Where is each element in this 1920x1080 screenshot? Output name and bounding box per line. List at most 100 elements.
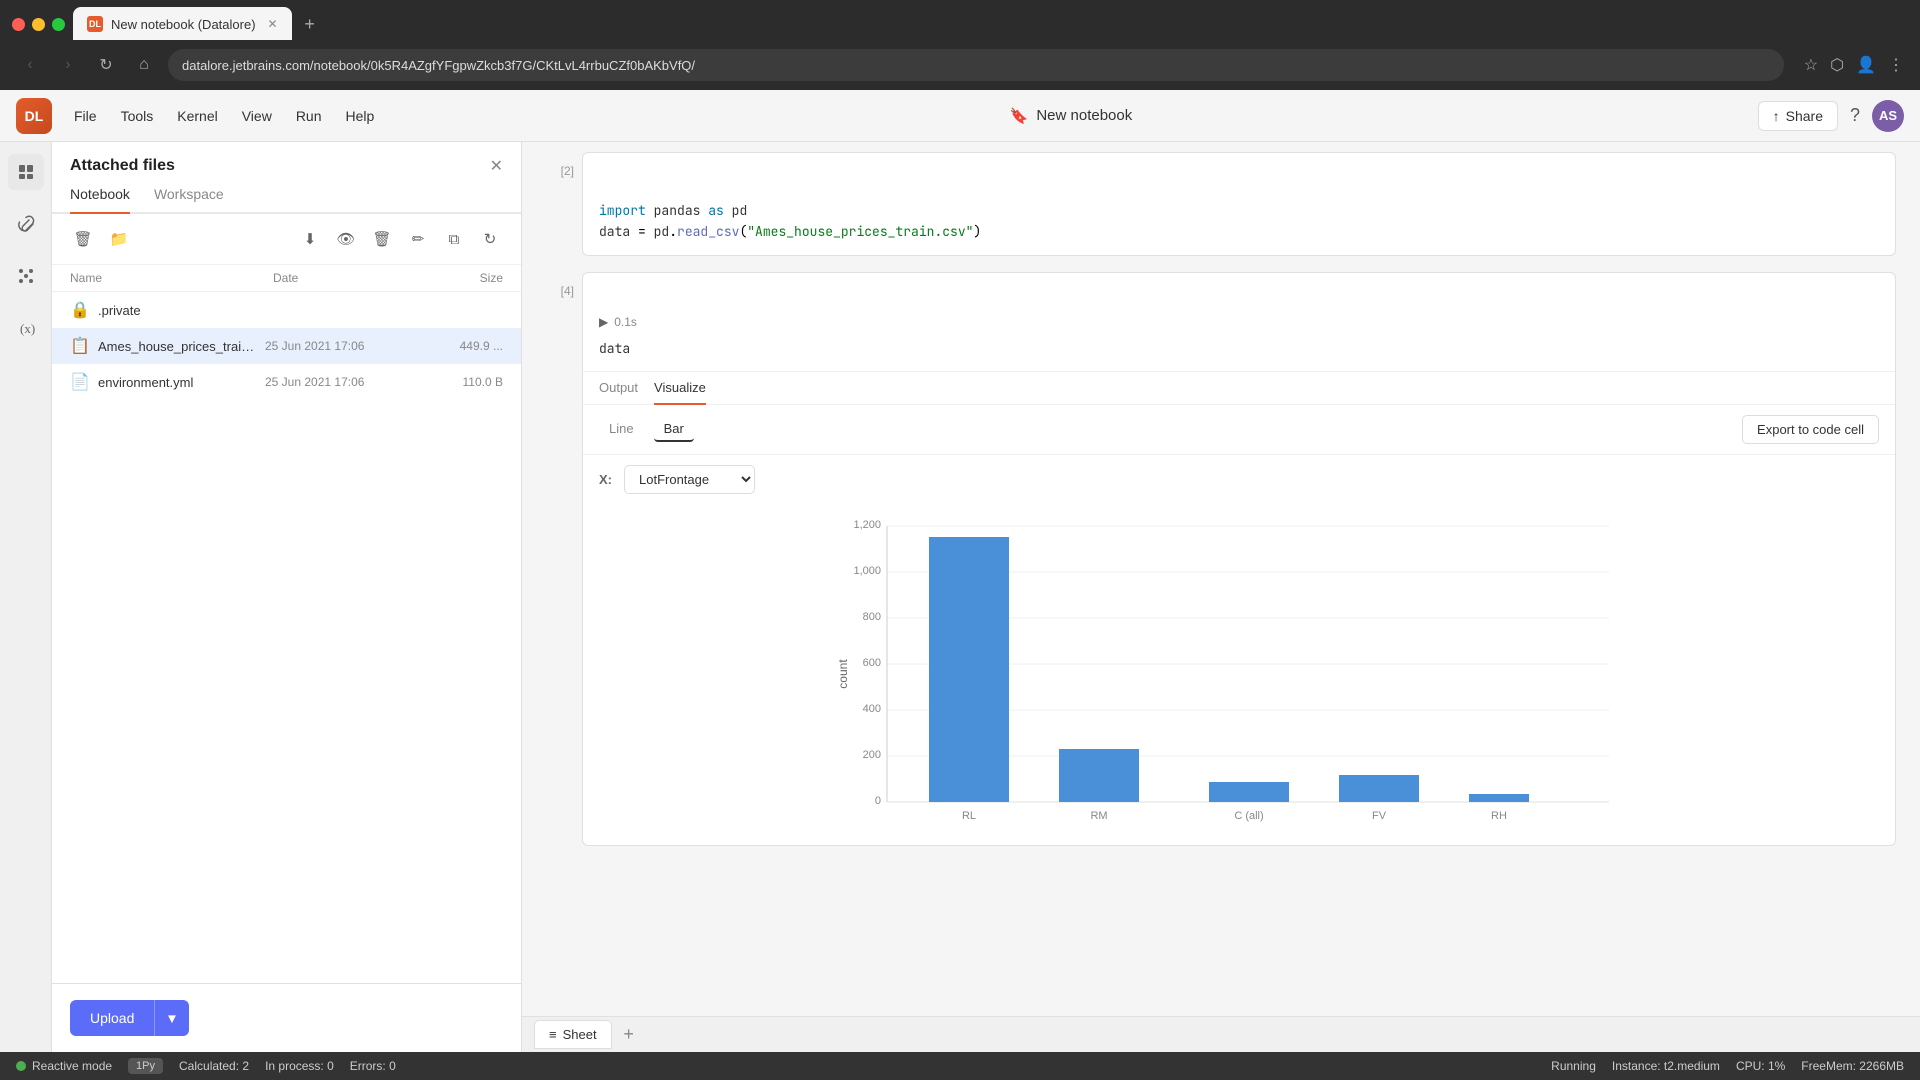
column-date-header: Date — [273, 271, 423, 285]
active-tab[interactable]: DL New notebook (Datalore) ✕ — [73, 7, 292, 41]
browser-controls: ‹ › ↻ ⌂ datalore.jetbrains.com/notebook/… — [0, 40, 1920, 90]
file-name: .private — [98, 303, 257, 318]
files-sidebar-icon[interactable] — [8, 154, 44, 190]
upload-button-group: Upload ▼ — [70, 1000, 503, 1036]
bottom-tabs: ≡ Sheet + — [522, 1016, 1920, 1052]
delete-cell-button[interactable]: 🗑 — [1825, 159, 1851, 185]
file-item-private[interactable]: 🔒 .private — [52, 292, 521, 328]
more-button[interactable]: ⋯ — [1857, 279, 1883, 305]
tab-visualize[interactable]: Visualize — [654, 380, 706, 405]
file-item-ames[interactable]: 📋 Ames_house_prices_train.... 25 Jun 202… — [52, 328, 521, 364]
notebook-area: [2] + ⚙ 🗑 ⋯ import pandas as pd data = p… — [522, 142, 1920, 1052]
x-field-label: X: — [599, 472, 612, 487]
running-status: Running — [1551, 1059, 1596, 1073]
share-button[interactable]: ↑ Share — [1758, 101, 1838, 131]
refresh-button[interactable]: ↻ — [475, 224, 505, 254]
export-to-code-button[interactable]: Export to code cell — [1742, 415, 1879, 444]
paperclip-sidebar-icon[interactable] — [8, 206, 44, 242]
close-traffic-light[interactable] — [12, 18, 25, 31]
app-layout: DL File Tools Kernel View Run Help 🔖 New… — [0, 90, 1920, 1080]
menu-kernel[interactable]: Kernel — [167, 102, 227, 130]
more-button[interactable]: ⋯ — [1857, 159, 1883, 185]
bookmark-icon: 🔖 — [1010, 107, 1029, 125]
add-cell-button[interactable]: + — [1761, 279, 1787, 305]
svg-text:RL: RL — [962, 810, 976, 822]
trash-button[interactable]: 🗑 — [367, 224, 397, 254]
bar-call — [1209, 782, 1289, 802]
kernel-badge[interactable]: 1Py — [128, 1058, 163, 1074]
new-tab-button[interactable]: + — [296, 10, 324, 38]
bookmark-icon[interactable]: ☆ — [1804, 55, 1818, 75]
preview-button[interactable]: 👁 — [331, 224, 361, 254]
profile-icon[interactable]: 👤 — [1856, 55, 1876, 75]
maximize-traffic-light[interactable] — [52, 18, 65, 31]
menu-view[interactable]: View — [232, 102, 282, 130]
svg-text:1,200: 1,200 — [853, 519, 881, 531]
svg-text:800: 800 — [863, 611, 881, 623]
tab-output[interactable]: Output — [599, 380, 638, 405]
files-list: 🔒 .private 📋 Ames_house_prices_train....… — [52, 292, 521, 983]
file-item-env[interactable]: 📄 environment.yml 25 Jun 2021 17:06 110.… — [52, 364, 521, 400]
menu-run[interactable]: Run — [286, 102, 332, 130]
variable-sidebar-icon[interactable]: (x) — [8, 310, 44, 346]
cell-row-2: [2] + ⚙ 🗑 ⋯ import pandas as pd data = p… — [546, 152, 1896, 264]
delete-cell-button[interactable]: 🗑 — [1825, 279, 1851, 305]
viz-options: X: LotFrontage — [583, 455, 1895, 504]
menu-tools[interactable]: Tools — [111, 102, 164, 130]
cell-settings-button[interactable]: ⚙ — [1793, 159, 1819, 185]
svg-text:200: 200 — [863, 749, 881, 761]
extensions-icon[interactable]: ⬡ — [1830, 55, 1844, 75]
upload-area: Upload ▼ — [52, 983, 521, 1052]
add-cell-button[interactable]: + — [1761, 159, 1787, 185]
help-icon[interactable]: ? — [1850, 105, 1860, 126]
forward-button[interactable]: › — [54, 51, 82, 79]
cell-container: [2] + ⚙ 🗑 ⋯ import pandas as pd data = p… — [522, 142, 1920, 1016]
upload-button[interactable]: Upload — [70, 1000, 154, 1036]
files-panel-close[interactable]: ✕ — [490, 156, 503, 176]
new-folder-button[interactable]: 📁 — [104, 224, 134, 254]
menu-help[interactable]: Help — [336, 102, 385, 130]
yml-icon: 📄 — [70, 372, 90, 392]
notebook-title: 🔖 New notebook — [1010, 107, 1133, 125]
svg-text:400: 400 — [863, 703, 881, 715]
download-button[interactable]: ⬇ — [295, 224, 325, 254]
viz-type-group: Line Bar — [599, 417, 694, 442]
bar-fv — [1339, 775, 1419, 802]
edit-button[interactable]: ✏ — [403, 224, 433, 254]
y-axis-label: count — [836, 659, 850, 689]
grid-sidebar-icon[interactable] — [8, 258, 44, 294]
viz-type-line[interactable]: Line — [599, 417, 644, 442]
bar-rh — [1469, 794, 1529, 802]
address-bar[interactable]: datalore.jetbrains.com/notebook/0k5R4AZg… — [168, 49, 1784, 81]
browser-chrome: DL New notebook (Datalore) ✕ + ‹ › ↻ ⌂ d… — [0, 0, 1920, 90]
column-size-header: Size — [423, 271, 503, 285]
bar-chart: count 0 200 400 600 800 1,000 1,200 — [599, 514, 1879, 824]
cell-settings-button[interactable]: ⚙ — [1793, 279, 1819, 305]
minimize-traffic-light[interactable] — [32, 18, 45, 31]
files-tab-notebook[interactable]: Notebook — [70, 186, 130, 214]
menu-file[interactable]: File — [64, 102, 107, 130]
reactive-mode-label: Reactive mode — [32, 1059, 112, 1073]
cell-number-4: [4] — [546, 272, 582, 855]
add-sheet-button[interactable]: + — [616, 1022, 642, 1048]
tab-favicon: DL — [87, 16, 103, 32]
upload-dropdown-button[interactable]: ▼ — [154, 1000, 188, 1036]
menu-icon[interactable]: ⋮ — [1888, 55, 1904, 75]
copy-button[interactable]: ⧉ — [439, 224, 469, 254]
freemem-status: FreeMem: 2266MB — [1801, 1059, 1904, 1073]
svg-text:(x): (x) — [20, 321, 35, 336]
delete-file-button[interactable]: 🗑 — [68, 224, 98, 254]
back-button[interactable]: ‹ — [16, 51, 44, 79]
files-tab-workspace[interactable]: Workspace — [154, 186, 224, 214]
app-logo: DL — [16, 98, 52, 134]
viz-type-bar[interactable]: Bar — [654, 417, 694, 442]
x-field-select[interactable]: LotFrontage — [624, 465, 755, 494]
cpu-status: CPU: 1% — [1736, 1059, 1785, 1073]
sheet-tab-icon: ≡ — [549, 1027, 557, 1042]
refresh-button[interactable]: ↻ — [92, 51, 120, 79]
file-date: 25 Jun 2021 17:06 — [265, 339, 415, 353]
sheet-tab[interactable]: ≡ Sheet — [534, 1020, 612, 1049]
user-avatar[interactable]: AS — [1872, 100, 1904, 132]
home-button[interactable]: ⌂ — [130, 51, 158, 79]
tab-close-button[interactable]: ✕ — [268, 17, 278, 31]
